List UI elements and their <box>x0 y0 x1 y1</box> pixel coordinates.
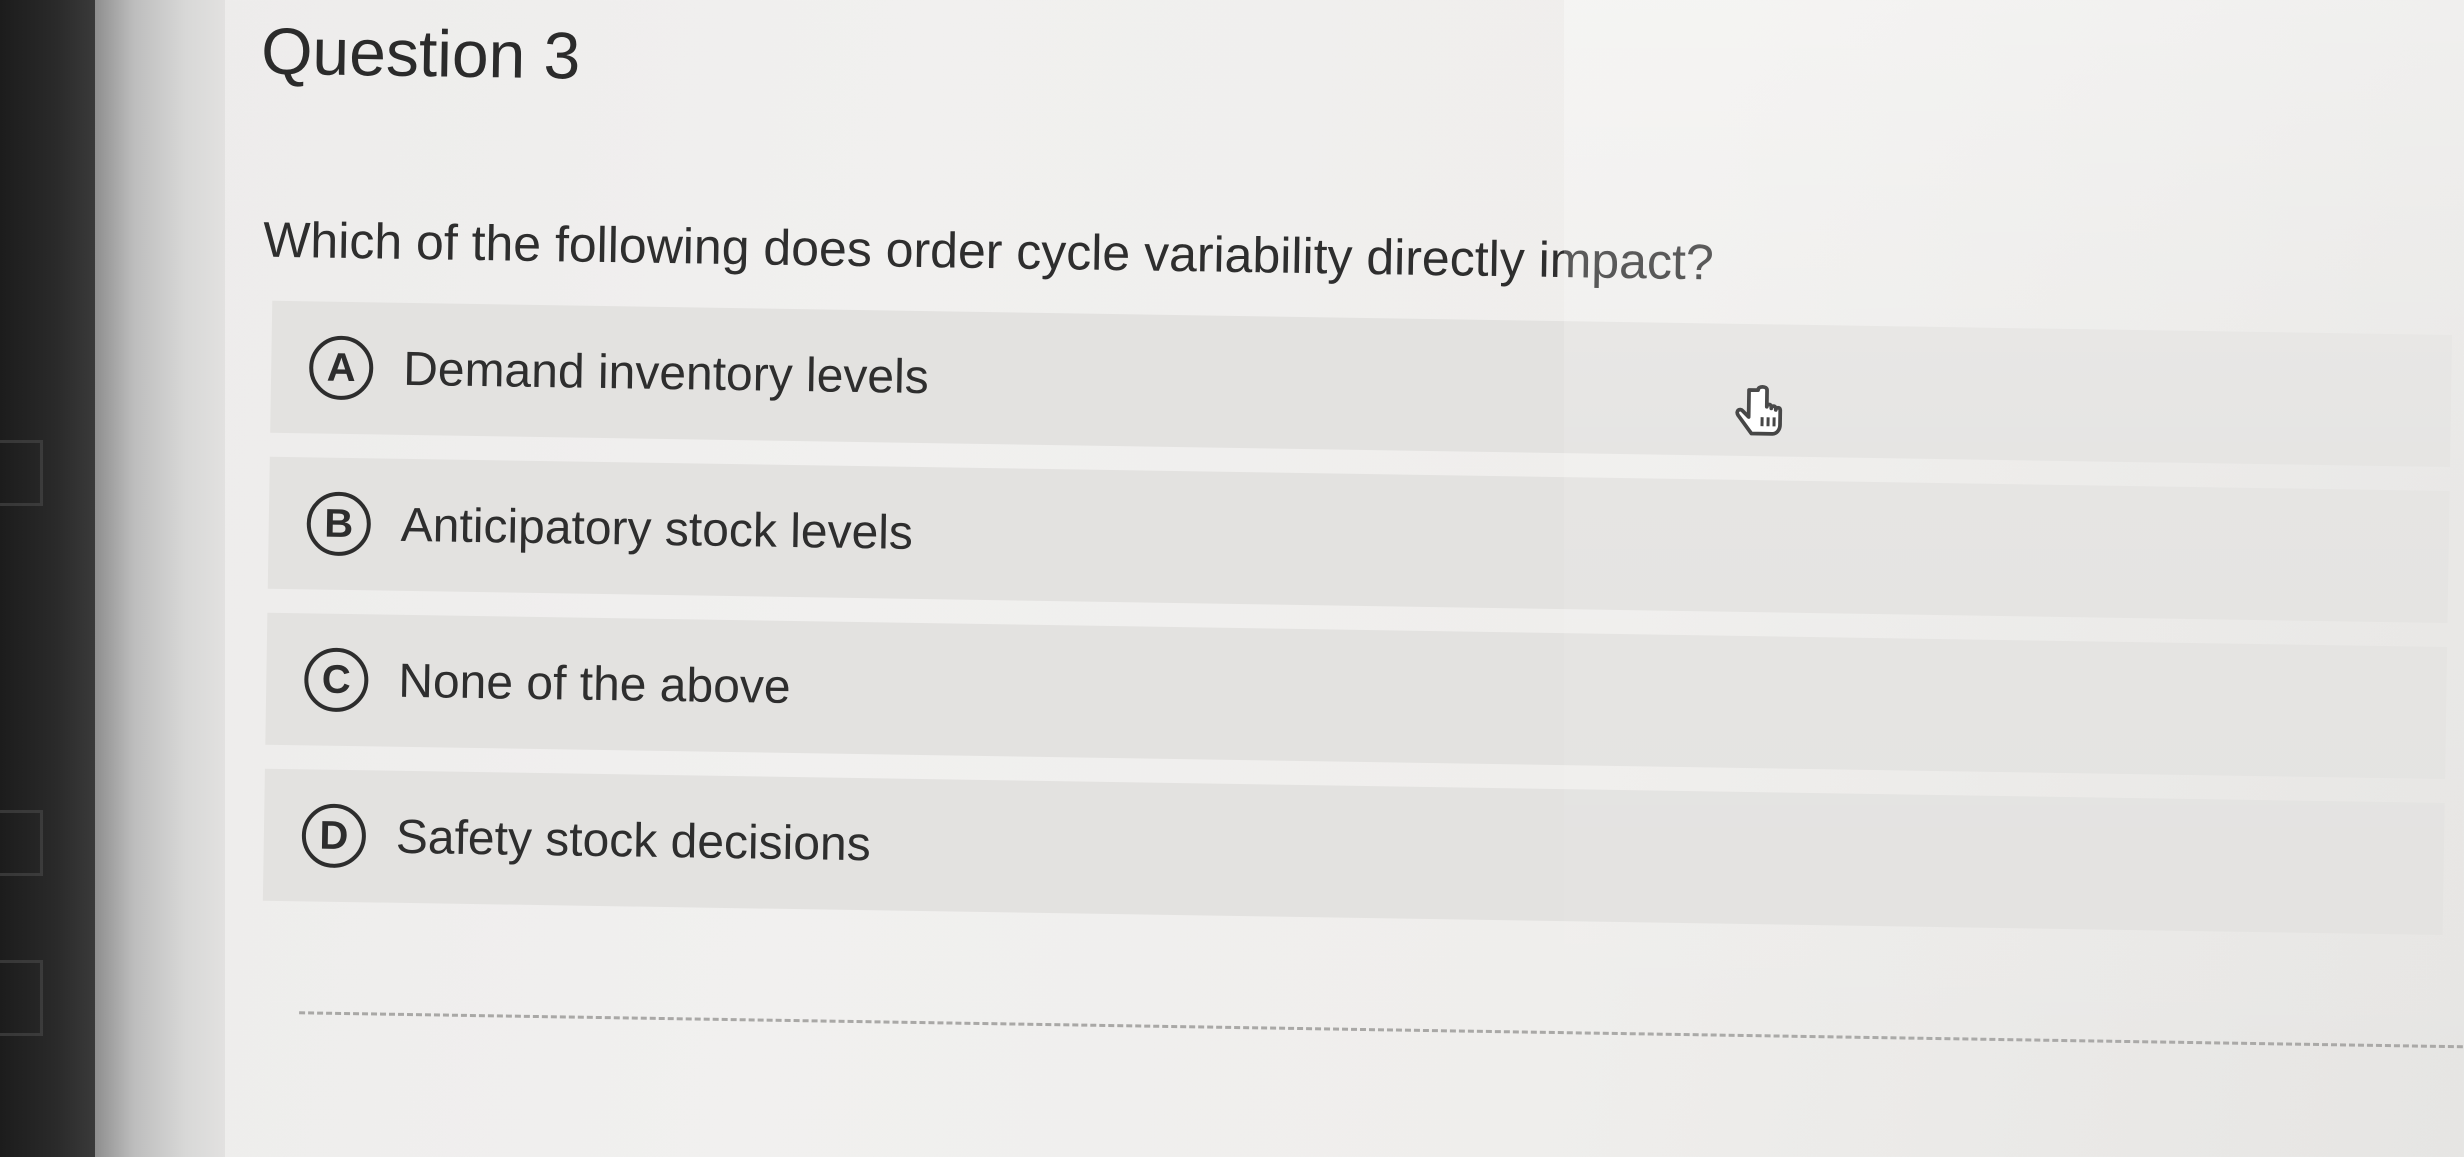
answer-option-a[interactable]: A Demand inventory levels <box>270 300 2453 468</box>
option-letter-badge: B <box>306 491 372 557</box>
question-heading: Question 3 <box>260 13 581 93</box>
option-label: Anticipatory stock levels <box>400 498 914 560</box>
answer-options: A Demand inventory levels B Anticipatory… <box>262 300 2453 959</box>
option-label: Safety stock decisions <box>395 810 872 871</box>
hand-pointer-icon <box>1735 384 1783 436</box>
answer-option-c[interactable]: C None of the above <box>265 612 2448 779</box>
option-letter-badge: D <box>301 803 367 869</box>
question-panel: Question 3 Which of the following does o… <box>207 0 2464 1157</box>
question-text: Which of the following does order cycle … <box>262 211 1715 291</box>
answer-option-b[interactable]: B Anticipatory stock levels <box>267 456 2450 623</box>
section-divider <box>299 1011 2464 1049</box>
option-label: Demand inventory levels <box>402 342 930 404</box>
answer-option-d[interactable]: D Safety stock decisions <box>262 768 2445 935</box>
bezel-mark <box>0 810 43 876</box>
bezel-mark <box>0 440 43 506</box>
option-letter-badge: C <box>303 647 369 713</box>
option-letter-badge: A <box>308 335 374 401</box>
screen-edge <box>95 0 225 1157</box>
option-label: None of the above <box>397 654 791 714</box>
bezel-mark <box>0 960 43 1036</box>
